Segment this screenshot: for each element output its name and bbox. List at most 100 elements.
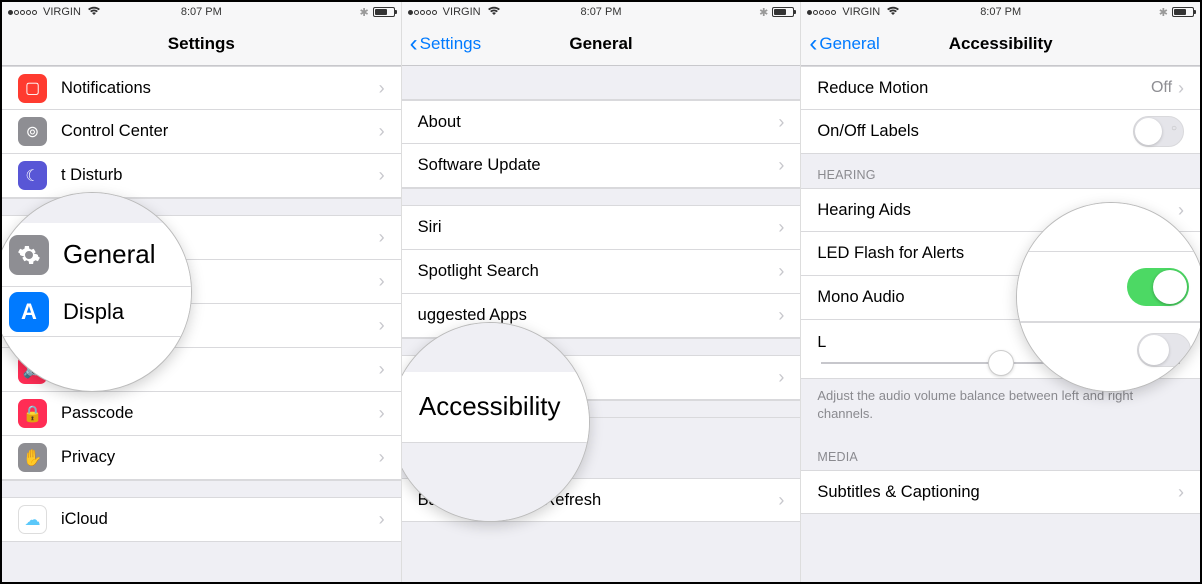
chevron-left-icon: ‹ [410, 32, 418, 56]
status-bar: VIRGIN 8:07 PM ✱ [402, 2, 801, 22]
carrier-label: VIRGIN [842, 6, 880, 18]
row-label: Reduce Motion [817, 79, 1151, 98]
carrier-label: VIRGIN [443, 6, 481, 18]
phone-settings: VIRGIN 8:07 PM ✱ Settings ▢ Notification… [2, 2, 402, 582]
magnifier-lens: Accessibility [402, 322, 590, 522]
lens-row-general: General [2, 223, 191, 287]
signal-dots-icon [807, 10, 836, 15]
lens-row-display: A Displa [2, 287, 191, 337]
chevron-right-icon: › [778, 217, 784, 238]
chevron-right-icon: › [379, 447, 385, 468]
battery-icon [1172, 7, 1194, 17]
row-passcode[interactable]: 🔒 Passcode › [2, 392, 401, 436]
page-title: General [569, 34, 632, 54]
row-about[interactable]: About › [402, 100, 801, 144]
row-privacy[interactable]: ✋ Privacy › [2, 436, 401, 480]
chevron-right-icon: › [379, 359, 385, 380]
bluetooth-icon: ✱ [759, 6, 768, 19]
media-header: MEDIA [801, 436, 1200, 470]
led-flash-toggle-magnified [1127, 268, 1189, 306]
control-center-icon: ⊚ [18, 117, 47, 146]
hearing-header: HEARING [801, 154, 1200, 188]
chevron-left-icon: ‹ [809, 32, 817, 56]
chevron-right-icon: › [1178, 78, 1184, 99]
bluetooth-icon: ✱ [359, 6, 368, 19]
notifications-icon: ▢ [18, 74, 47, 103]
row-software-update[interactable]: Software Update › [402, 144, 801, 188]
general-icon [9, 235, 49, 275]
row-label: Siri [418, 218, 779, 237]
dnd-icon: ☾ [18, 161, 47, 190]
row-subtitles[interactable]: Subtitles & Captioning › [801, 470, 1200, 514]
nav-bar: ‹ General Accessibility [801, 22, 1200, 66]
back-label: General [819, 34, 879, 54]
chevron-right-icon: › [379, 509, 385, 530]
chevron-right-icon: › [379, 227, 385, 248]
battery-icon [373, 7, 395, 17]
row-label: Passcode [61, 404, 379, 423]
row-do-not-disturb[interactable]: ☾ t Disturb › [2, 154, 401, 198]
nav-bar: Settings [2, 22, 401, 66]
row-reduce-motion[interactable]: Reduce Motion Off › [801, 66, 1200, 110]
row-detail: Off [1151, 79, 1172, 97]
row-label: Software Update [418, 156, 779, 175]
wifi-icon [487, 6, 501, 19]
chevron-right-icon: › [778, 490, 784, 511]
slider-thumb[interactable] [988, 350, 1014, 376]
passcode-icon: 🔒 [18, 399, 47, 428]
phone-accessibility: VIRGIN 8:07 PM ✱ ‹ General Accessibility… [801, 2, 1200, 582]
row-label: Privacy [61, 448, 379, 467]
row-label: t Disturb [61, 166, 379, 185]
chevron-right-icon: › [379, 315, 385, 336]
back-button[interactable]: ‹ General [809, 32, 879, 56]
row-spotlight[interactable]: Spotlight Search › [402, 250, 801, 294]
row-label: Notifications [61, 79, 379, 98]
privacy-icon: ✋ [18, 443, 47, 472]
row-label: Spotlight Search [418, 262, 779, 281]
lens-row-led-toggle [1017, 252, 1200, 322]
wifi-icon [87, 6, 101, 19]
chevron-right-icon: › [778, 155, 784, 176]
row-label: Control Center [61, 122, 379, 141]
back-button[interactable]: ‹ Settings [410, 32, 481, 56]
chevron-right-icon: › [379, 271, 385, 292]
row-onoff-labels[interactable]: On/Off Labels [801, 110, 1200, 154]
magnifier-lens [1016, 202, 1200, 392]
chevron-right-icon: › [379, 121, 385, 142]
row-control-center[interactable]: ⊚ Control Center › [2, 110, 401, 154]
back-label: Settings [420, 34, 481, 54]
lens-row-accessibility: Accessibility [402, 372, 589, 443]
row-label: On/Off Labels [817, 122, 1133, 141]
display-icon: A [9, 292, 49, 332]
clock: 8:07 PM [581, 6, 622, 18]
magnifier-lens: General A Displa [2, 192, 192, 392]
signal-dots-icon [408, 10, 437, 15]
lens-label: Displa [63, 299, 124, 325]
mono-audio-toggle-magnified [1137, 333, 1191, 367]
chevron-right-icon: › [778, 305, 784, 326]
chevron-right-icon: › [379, 78, 385, 99]
balance-left-label: L [817, 334, 826, 352]
signal-dots-icon [8, 10, 37, 15]
row-siri[interactable]: Siri › [402, 206, 801, 250]
page-title: Settings [168, 34, 235, 54]
chevron-right-icon: › [1178, 482, 1184, 503]
status-bar: VIRGIN 8:07 PM ✱ [2, 2, 401, 22]
chevron-right-icon: › [379, 165, 385, 186]
phone-general: VIRGIN 8:07 PM ✱ ‹ Settings General Abou… [402, 2, 802, 582]
chevron-right-icon: › [778, 112, 784, 133]
status-bar: VIRGIN 8:07 PM ✱ [801, 2, 1200, 22]
carrier-label: VIRGIN [43, 6, 81, 18]
chevron-right-icon: › [379, 403, 385, 424]
page-title: Accessibility [949, 34, 1053, 54]
onoff-labels-toggle[interactable] [1133, 116, 1184, 147]
row-notifications[interactable]: ▢ Notifications › [2, 66, 401, 110]
lens-label: General [63, 239, 156, 270]
chevron-right-icon: › [778, 261, 784, 282]
row-label: About [418, 113, 779, 132]
clock: 8:07 PM [181, 6, 222, 18]
chevron-right-icon: › [778, 367, 784, 388]
row-icloud[interactable]: ☁ iCloud › [2, 498, 401, 542]
lens-label: Accessibility [419, 391, 561, 422]
nav-bar: ‹ Settings General [402, 22, 801, 66]
